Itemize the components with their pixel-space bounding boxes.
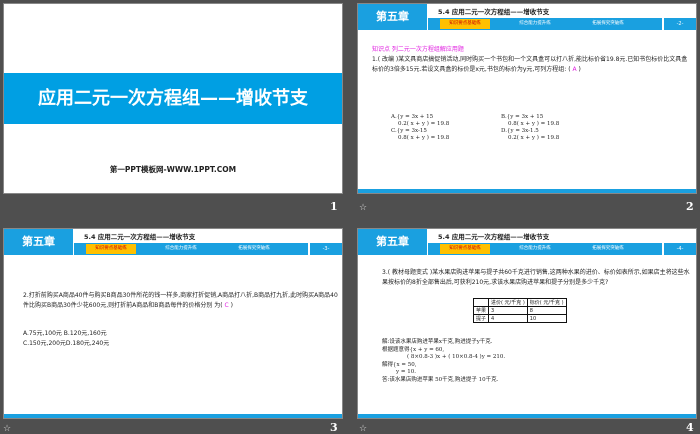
tab-basic: 知识要点基础练 xyxy=(440,244,490,254)
options-line-2: C.150元,200元D.180元,240元 xyxy=(23,340,110,347)
slide-thumbnail-1[interactable]: 应用二元一次方程组——增收节支 第一PPT模板网-WWW.1PPT.COM xyxy=(3,3,343,194)
section-title: 5.4 应用二元一次方程组——增收节支 xyxy=(438,8,550,16)
question-body: 2.打折前购买A商品40件与购买B商品30件所花的钱一样多,商家打折促销,A商品… xyxy=(23,292,338,309)
tab-bar: 知识要点基础练 综合能力提升练 拓展探究突破练 -4- xyxy=(428,243,696,255)
tab-improve: 综合能力提升练 xyxy=(519,21,551,26)
bottom-bar xyxy=(358,189,696,193)
table-row: 提子 4 10 xyxy=(472,314,567,323)
section-title: 5.4 应用二元一次方程组——增收节支 xyxy=(438,233,550,241)
page-label: -3- xyxy=(308,243,342,255)
question-text: 3.( 教材母题变式 )某水果店购进苹果与提子共60千克进行销售,这两种水果的进… xyxy=(382,269,690,286)
slide-number-3: 3 xyxy=(330,421,338,434)
slide-number-2: 2 xyxy=(686,200,694,213)
bottom-bar xyxy=(4,414,342,418)
question-text: 1.( 改编 )某文具商店搞促销活动,同时购买一个书包和一个文具盒可以打八折,能… xyxy=(372,55,690,74)
option-c: C.{y = 3x-15 0.8( x + y ) = 19.8 xyxy=(391,128,450,141)
solution: 解:设该水果店购进苹果x千克,购进提子y千克. 根据题意得{x + y = 60… xyxy=(382,339,506,383)
transition-star-icon[interactable]: ☆ xyxy=(359,203,367,213)
paren-close: ) xyxy=(230,301,233,309)
options-line-1: A.75元,100元 B.120元,160元 xyxy=(23,330,107,337)
option-d: D.{y = 3x-1.5 0.2( x + y ) = 19.8 xyxy=(501,128,560,141)
question-body: 1.( 改编 )某文具商店搞促销活动,同时购买一个书包和一个文具盒可以打八折,能… xyxy=(372,56,688,73)
chapter-label: 第五章 xyxy=(358,229,427,255)
tab-bar: 知识要点基础练 综合能力提升练 拓展探究突破练 -2- xyxy=(428,18,696,30)
slide-number-1: 1 xyxy=(330,200,338,213)
tab-explore: 拓展探究突破练 xyxy=(238,246,270,251)
table-header-row: 进价( 元/千克 ) 标价( 元/千克 ) xyxy=(472,298,567,307)
tab-bar: 知识要点基础练 综合能力提升练 拓展探究突破练 -3- xyxy=(74,243,342,255)
tab-basic: 知识要点基础练 xyxy=(86,244,136,254)
option-a: A.{y = 3x + 15 0.2( x + y ) = 19.8 xyxy=(391,114,450,127)
chapter-label: 第五章 xyxy=(4,229,73,255)
slide-number-4: 4 xyxy=(686,421,694,434)
question-text: 2.打折前购买A商品40件与购买B商品30件所花的钱一样多,商家打折促销,A商品… xyxy=(23,291,341,310)
slide-thumbnail-2[interactable]: 第五章 5.4 应用二元一次方程组——增收节支 知识要点基础练 综合能力提升练 … xyxy=(357,3,697,194)
subtitle: 第一PPT模板网-WWW.1PPT.COM xyxy=(109,165,237,174)
bottom-bar xyxy=(358,414,696,418)
slide-thumbnail-4[interactable]: 第五章 5.4 应用二元一次方程组——增收节支 知识要点基础练 综合能力提升练 … xyxy=(357,228,697,419)
title-band: 应用二元一次方程组——增收节支 xyxy=(4,73,342,124)
transition-star-icon[interactable]: ☆ xyxy=(3,424,11,434)
knowledge-heading: 知识点 列二元一次方程组解应用题 xyxy=(372,46,464,53)
tab-explore: 拓展探究突破练 xyxy=(592,21,624,26)
slide-thumbnail-3[interactable]: 第五章 5.4 应用二元一次方程组——增收节支 知识要点基础练 综合能力提升练 … xyxy=(3,228,343,419)
section-title: 5.4 应用二元一次方程组——增收节支 xyxy=(84,233,196,241)
transition-star-icon[interactable]: ☆ xyxy=(359,424,367,434)
tab-basic: 知识要点基础练 xyxy=(440,19,490,29)
table-row: 苹果 3 8 xyxy=(472,306,567,315)
tab-improve: 综合能力提升练 xyxy=(519,246,551,251)
tab-explore: 拓展探究突破练 xyxy=(592,246,624,251)
answer: A xyxy=(572,65,577,73)
price-table: 进价( 元/千克 ) 标价( 元/千克 ) 苹果 3 8 提子 4 10 xyxy=(472,298,567,323)
paren-close: ) xyxy=(578,65,581,73)
tab-improve: 综合能力提升练 xyxy=(165,246,197,251)
option-b: B.{y = 3x + 15 0.8( x + y ) = 19.8 xyxy=(501,114,560,127)
answer: C xyxy=(224,301,229,309)
chapter-label: 第五章 xyxy=(358,4,427,30)
page-label: -4- xyxy=(662,243,696,255)
page-label: -2- xyxy=(662,18,696,30)
